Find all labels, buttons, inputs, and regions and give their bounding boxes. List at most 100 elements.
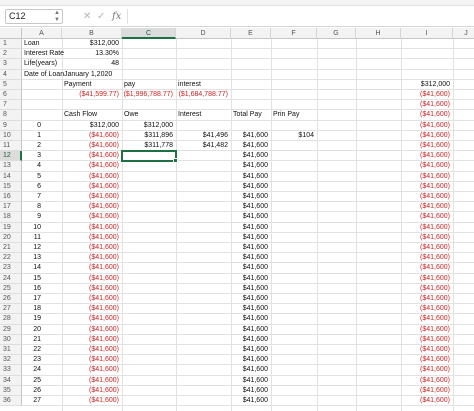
cell-b17[interactable]: ($41,600): [62, 202, 119, 212]
cell-d11[interactable]: $41,482: [176, 141, 228, 151]
cell-i36[interactable]: ($41,600): [401, 396, 450, 406]
column-header-b[interactable]: B: [62, 28, 122, 39]
row-header[interactable]: 12: [0, 151, 22, 162]
cell-b36[interactable]: ($41,600): [62, 396, 119, 406]
cell-b14[interactable]: ($41,600): [62, 172, 119, 182]
cell-e19[interactable]: $41,600: [231, 223, 268, 233]
row-header[interactable]: 14: [0, 171, 22, 182]
cell-e16[interactable]: $41,600: [231, 192, 268, 202]
cell-f8[interactable]: Prin Pay: [273, 110, 299, 120]
row-header[interactable]: 17: [0, 202, 22, 213]
row-header[interactable]: 30: [0, 334, 22, 345]
row-header[interactable]: 36: [0, 396, 22, 407]
cell-a28[interactable]: 19: [22, 314, 41, 324]
cell-i16[interactable]: ($41,600): [401, 192, 450, 202]
cell-a2[interactable]: Interest Rate: [24, 49, 64, 59]
cell-i29[interactable]: ($41,600): [401, 325, 450, 335]
cell-a18[interactable]: 9: [22, 212, 41, 222]
cell-i9[interactable]: ($41,600): [401, 121, 450, 131]
cell-a24[interactable]: 15: [22, 274, 41, 284]
cell-e27[interactable]: $41,600: [231, 304, 268, 314]
cell-d8[interactable]: Interest: [178, 110, 201, 120]
row-header[interactable]: 9: [0, 120, 22, 131]
row-header[interactable]: 18: [0, 212, 22, 223]
cell-i15[interactable]: ($41,600): [401, 182, 450, 192]
row-header[interactable]: 5: [0, 79, 22, 90]
cell-a19[interactable]: 10: [22, 223, 41, 233]
cell-i17[interactable]: ($41,600): [401, 202, 450, 212]
row-header[interactable]: 19: [0, 222, 22, 233]
cell-b18[interactable]: ($41,600): [62, 212, 119, 222]
cell-i12[interactable]: ($41,600): [401, 151, 450, 161]
row-header[interactable]: 27: [0, 304, 22, 315]
row-header[interactable]: 25: [0, 283, 22, 294]
cell-e28[interactable]: $41,600: [231, 314, 268, 324]
cell-c8[interactable]: Owe: [124, 110, 138, 120]
column-header-f[interactable]: F: [271, 28, 317, 39]
cell-i32[interactable]: ($41,600): [401, 355, 450, 365]
column-header-a[interactable]: A: [22, 28, 62, 39]
row-header[interactable]: 33: [0, 365, 22, 376]
cell-b20[interactable]: ($41,600): [62, 233, 119, 243]
cell-a34[interactable]: 25: [22, 376, 41, 386]
cell-e32[interactable]: $41,600: [231, 355, 268, 365]
row-header[interactable]: 13: [0, 161, 22, 172]
row-header[interactable]: 20: [0, 232, 22, 243]
cell-e33[interactable]: $41,600: [231, 365, 268, 375]
cell-e22[interactable]: $41,600: [231, 253, 268, 263]
cell-a22[interactable]: 13: [22, 253, 41, 263]
row-header[interactable]: 16: [0, 192, 22, 203]
cell-b16[interactable]: ($41,600): [62, 192, 119, 202]
cell-e34[interactable]: $41,600: [231, 376, 268, 386]
row-header[interactable]: 10: [0, 130, 22, 141]
cell-i14[interactable]: ($41,600): [401, 172, 450, 182]
cell-b9[interactable]: $312,000: [62, 121, 119, 131]
cell-i25[interactable]: ($41,600): [401, 284, 450, 294]
cell-b29[interactable]: ($41,600): [62, 325, 119, 335]
cell-a13[interactable]: 4: [22, 161, 41, 171]
cell-i35[interactable]: ($41,600): [401, 386, 450, 396]
row-header[interactable]: 21: [0, 243, 22, 254]
cell-b11[interactable]: ($41,600): [62, 141, 119, 151]
fill-handle[interactable]: [173, 158, 178, 164]
cell-i24[interactable]: ($41,600): [401, 274, 450, 284]
cell-b13[interactable]: ($41,600): [62, 161, 119, 171]
cell-a30[interactable]: 21: [22, 335, 41, 345]
cell-b1[interactable]: $312,000: [62, 39, 119, 49]
cell-b25[interactable]: ($41,600): [62, 284, 119, 294]
row-header[interactable]: 3: [0, 59, 22, 70]
cell-e24[interactable]: $41,600: [231, 274, 268, 284]
cell-a23[interactable]: 14: [22, 263, 41, 273]
cell-c5[interactable]: pay: [124, 80, 135, 90]
cell-b15[interactable]: ($41,600): [62, 182, 119, 192]
cell-a15[interactable]: 6: [22, 182, 41, 192]
cell-i7[interactable]: ($41,600): [401, 100, 450, 110]
row-header[interactable]: 11: [0, 141, 22, 152]
cell-a32[interactable]: 23: [22, 355, 41, 365]
cell-a3[interactable]: Life(years): [24, 59, 57, 69]
cell-e26[interactable]: $41,600: [231, 294, 268, 304]
cell-b34[interactable]: ($41,600): [62, 376, 119, 386]
cell-d10[interactable]: $41,496: [176, 131, 228, 141]
cell-i13[interactable]: ($41,600): [401, 161, 450, 171]
column-header-i[interactable]: I: [401, 28, 453, 39]
name-box[interactable]: C12 ▲ ▼: [5, 9, 63, 24]
row-header[interactable]: 22: [0, 253, 22, 264]
cell-b32[interactable]: ($41,600): [62, 355, 119, 365]
cell-i22[interactable]: ($41,600): [401, 253, 450, 263]
row-header[interactable]: 34: [0, 375, 22, 386]
cell-a4[interactable]: Date of Loan: [24, 70, 64, 80]
cell-b24[interactable]: ($41,600): [62, 274, 119, 284]
cell-e12[interactable]: $41,600: [231, 151, 268, 161]
row-header[interactable]: 31: [0, 345, 22, 356]
row-header[interactable]: 6: [0, 90, 22, 101]
active-cell-selection[interactable]: [121, 150, 177, 163]
cell-b5[interactable]: Payment: [64, 80, 92, 90]
name-box-stepper-icon[interactable]: ▲ ▼: [54, 10, 60, 24]
cell-a21[interactable]: 12: [22, 243, 41, 253]
cell-a26[interactable]: 17: [22, 294, 41, 304]
cell-a10[interactable]: 1: [22, 131, 41, 141]
cell-b10[interactable]: ($41,600): [62, 131, 119, 141]
row-header[interactable]: 8: [0, 110, 22, 121]
cell-a31[interactable]: 22: [22, 345, 41, 355]
